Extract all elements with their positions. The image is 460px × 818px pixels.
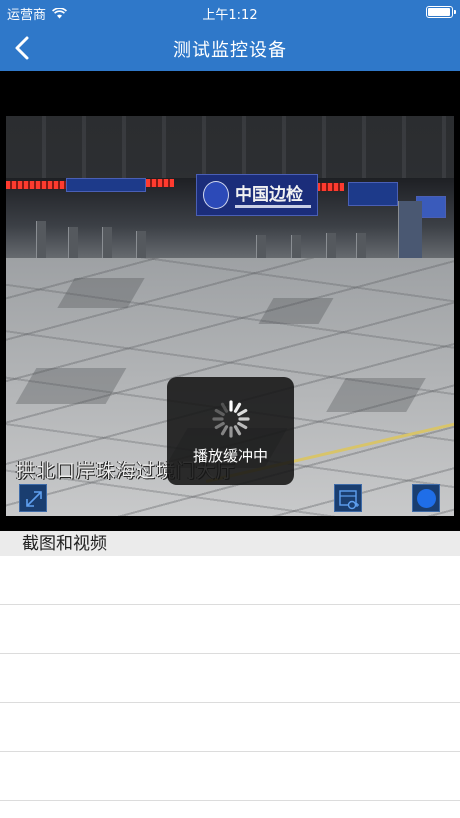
record-dot — [417, 489, 436, 508]
fullscreen-icon[interactable] — [19, 484, 47, 512]
page-title: 测试监控设备 — [173, 40, 287, 61]
buffering-text: 播放缓冲中 — [192, 447, 268, 465]
section-title: 截图和视频 — [22, 534, 107, 554]
status-bar: 运营商 上午1:12 — [0, 0, 460, 24]
list-item[interactable] — [0, 654, 460, 703]
snapshot-icon[interactable] — [334, 484, 362, 512]
fullscreen-glyph — [26, 491, 42, 507]
badge-icon — [203, 181, 229, 209]
list-item[interactable] — [0, 556, 460, 605]
video-led-board — [146, 179, 174, 187]
list-item[interactable] — [0, 752, 460, 801]
video-ceiling — [6, 116, 454, 178]
loading-spinner-icon — [212, 400, 250, 438]
border-inspection-sign: 中国边检 — [196, 174, 318, 216]
video-led-board — [316, 183, 344, 191]
battery-icon — [426, 6, 456, 18]
nav-bar: 测试监控设备 — [0, 24, 460, 71]
list-item[interactable] — [0, 605, 460, 654]
snapshot-glyph — [339, 490, 359, 510]
sign-text: 中国边检 — [235, 185, 303, 205]
media-list — [0, 556, 460, 801]
status-time: 上午1:12 — [202, 8, 258, 23]
video-gates — [6, 201, 454, 261]
buffering-toast: 播放缓冲中 — [167, 377, 294, 485]
list-item[interactable] — [0, 703, 460, 752]
video-info-board — [66, 178, 146, 192]
sign-subtitle-line — [235, 205, 311, 208]
section-header: 截图和视频 — [0, 531, 460, 556]
video-info-board — [348, 182, 398, 206]
record-icon[interactable] — [412, 484, 440, 512]
video-player[interactable]: 中国边检 拱北口岸珠海过境门大厅 播放缓冲中 — [0, 71, 460, 531]
